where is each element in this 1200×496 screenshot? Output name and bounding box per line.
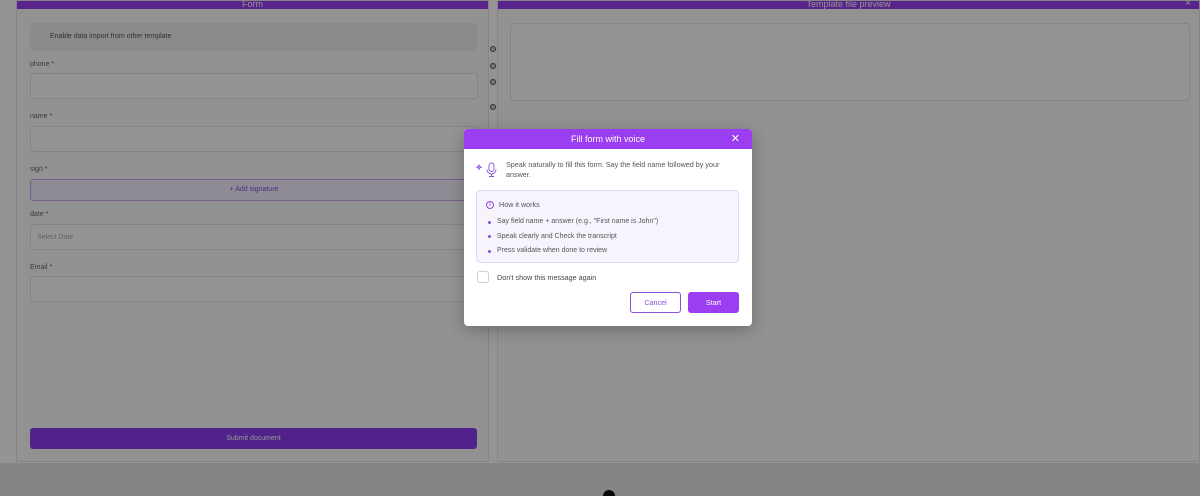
microphone-icon <box>476 162 497 177</box>
list-item: Say field name + answer (e.g., "First na… <box>488 215 658 230</box>
intro-text: Speak naturally to fill this form. Say t… <box>506 160 720 179</box>
how-it-works-title: How it works <box>499 200 540 209</box>
modal-header: Fill form with voice ✕ <box>464 129 752 149</box>
modal-title: Fill form with voice <box>570 134 645 144</box>
dont-show-again-checkbox[interactable] <box>477 271 489 283</box>
voice-fill-modal: Fill form with voice ✕ Speak naturally t… <box>464 129 752 326</box>
list-item-text: Say field name + answer (e.g., "First na… <box>497 218 659 226</box>
list-item-text: Press validate when done to review <box>497 247 608 255</box>
sparkle-icon <box>476 163 483 171</box>
modal-intro: Speak naturally to fill this form. Say t… <box>476 160 740 180</box>
close-icon[interactable]: ✕ <box>731 129 740 149</box>
dont-show-again-row[interactable]: Don't show this message again <box>477 271 596 283</box>
how-it-works-box: i How it works Say field name + answer (… <box>476 190 739 263</box>
cancel-button[interactable]: Cancel <box>630 292 681 313</box>
list-item: Press validate when done to review <box>488 244 658 259</box>
bullet <box>488 249 491 253</box>
how-it-works-list: Say field name + answer (e.g., "First na… <box>488 215 658 259</box>
dont-show-again-label: Don't show this message again <box>497 272 597 282</box>
how-it-works-header: i How it works <box>486 200 540 209</box>
list-item: Speak clearly and Check the transcript <box>488 230 658 245</box>
start-button[interactable]: Start <box>688 292 739 313</box>
list-item-text: Speak clearly and Check the transcript <box>497 232 617 240</box>
bullet <box>488 235 491 239</box>
info-icon: i <box>486 200 494 209</box>
bullet <box>488 220 491 224</box>
